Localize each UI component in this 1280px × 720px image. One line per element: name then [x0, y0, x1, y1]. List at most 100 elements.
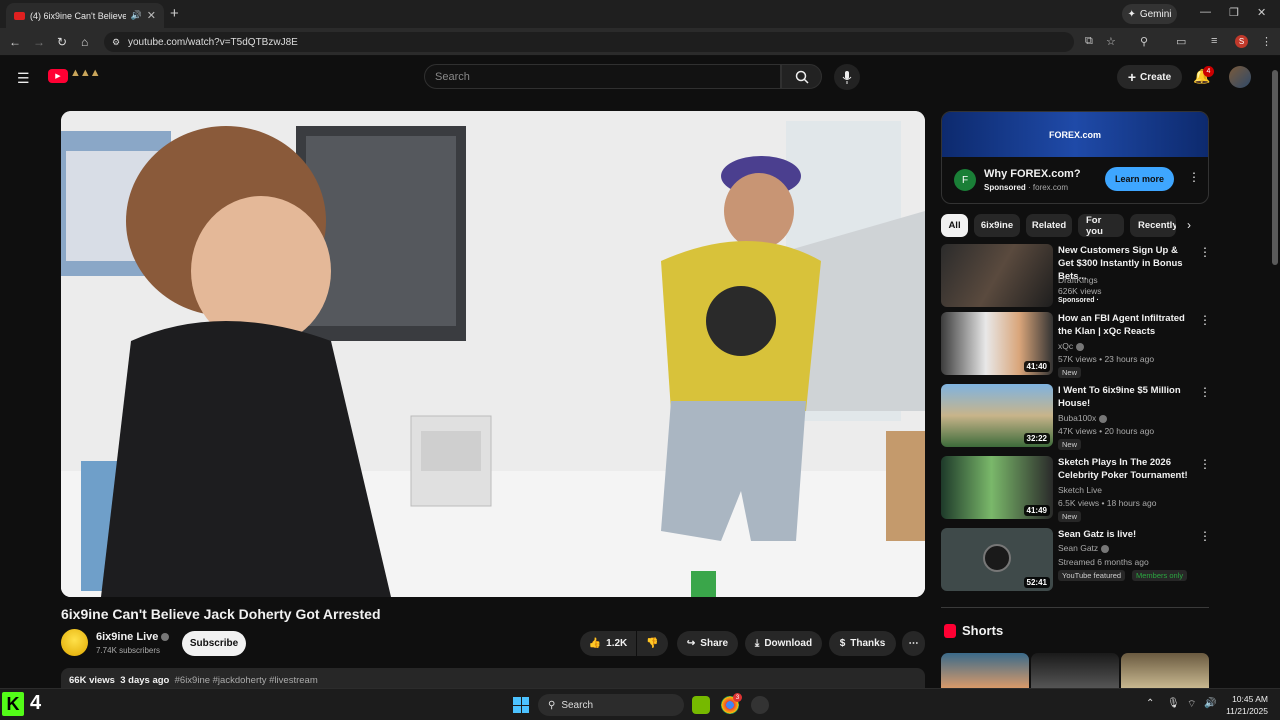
sidebar-ad[interactable]: FOREX.com F Why FOREX.com? Sponsored · f… [941, 111, 1209, 204]
short-thumbnail[interactable] [941, 653, 1029, 688]
chip-for-you[interactable]: For you [1078, 214, 1124, 237]
video-thumbnail[interactable]: 52:41 [941, 528, 1053, 591]
chip-6ix9ine[interactable]: 6ix9ine [974, 214, 1020, 237]
dislike-button[interactable]: 👎 [637, 631, 668, 656]
channel-name[interactable]: 6ix9ine Live [96, 631, 170, 643]
tray-chevron-icon[interactable]: ⌃ [1146, 698, 1154, 709]
rec-channel[interactable]: Sketch Live [1058, 485, 1102, 495]
gemini-button[interactable]: ✦ Gemini [1122, 4, 1177, 24]
rec-channel[interactable]: xQc [1058, 341, 1085, 351]
rec-channel[interactable]: DraftKings [1058, 275, 1098, 285]
duration-badge: 41:49 [1023, 505, 1050, 516]
chip-related[interactable]: Related [1026, 214, 1072, 237]
short-thumbnail[interactable] [1121, 653, 1209, 688]
divider [941, 607, 1209, 608]
rec-title[interactable]: How an FBI Agent Infiltrated the Klan | … [1058, 312, 1188, 338]
more-vertical-icon[interactable]: ⋮ [1199, 457, 1211, 471]
more-vertical-icon[interactable]: ⋮ [1199, 385, 1211, 399]
voice-search-button[interactable] [834, 64, 860, 90]
maximize-icon[interactable]: ❐ [1229, 6, 1239, 19]
system-clock[interactable]: 10:45 AM 11/21/2025 [1222, 693, 1268, 717]
home-icon[interactable]: ⌂ [81, 35, 88, 49]
rec-title[interactable]: Sean Gatz is live! [1058, 528, 1188, 541]
list-item[interactable]: 41:49 Sketch Plays In The 2026 Celebrity… [941, 456, 1211, 522]
hamburger-menu-icon[interactable]: ☰ [17, 70, 30, 87]
list-item[interactable]: 52:41 Sean Gatz is live! Sean Gatz Strea… [941, 528, 1211, 592]
ad-more-icon[interactable]: ⋮ [1188, 170, 1200, 184]
ad-banner[interactable]: FOREX.com [942, 112, 1208, 157]
search-button[interactable] [781, 64, 822, 89]
close-tab-icon[interactable]: ✕ [147, 9, 156, 22]
close-window-icon[interactable]: ✕ [1257, 6, 1266, 19]
wifi-icon[interactable]: ⌔ [1187, 698, 1196, 711]
user-avatar[interactable] [1229, 66, 1251, 88]
bookmark-star-icon[interactable]: ☆ [1106, 35, 1116, 48]
list-item[interactable]: 41:40 How an FBI Agent Infiltrated the K… [941, 312, 1211, 378]
extensions-icon[interactable]: ⚲ [1140, 35, 1148, 48]
download-button[interactable]: ⤓ Download [745, 631, 822, 656]
short-thumbnail[interactable] [1031, 653, 1119, 688]
youtube-doodle-icon[interactable]: ▲▲▲ [70, 67, 101, 79]
scrollbar-thumb[interactable] [1272, 70, 1278, 265]
minimize-icon[interactable]: — [1200, 6, 1211, 18]
profile-avatar[interactable]: S [1235, 35, 1248, 48]
more-vertical-icon[interactable]: ⋮ [1199, 529, 1211, 543]
kick-logo-icon[interactable]: K [2, 692, 24, 716]
description-box[interactable]: 66K views 3 days ago #6ix9ine #jackdoher… [61, 668, 925, 690]
list-item[interactable]: 32:22 I Went To 6ix9ine $5 Million House… [941, 384, 1211, 450]
subscribe-button[interactable]: Subscribe [182, 631, 246, 656]
create-label: Create [1140, 71, 1172, 83]
channel-avatar[interactable] [61, 629, 88, 656]
address-bar[interactable]: ⚙ youtube.com/watch?v=T5dQTBzwJ8E [104, 32, 1074, 52]
taskbar-search[interactable]: ⚲ Search [538, 694, 684, 716]
thanks-label: Thanks [850, 638, 886, 649]
rec-title[interactable]: I Went To 6ix9ine $5 Million House! [1058, 384, 1188, 410]
video-player[interactable] [61, 111, 925, 597]
more-vertical-icon[interactable]: ⋮ [1199, 313, 1211, 327]
rec-channel[interactable]: Buba100x [1058, 413, 1108, 423]
thanks-button[interactable]: $ Thanks [829, 631, 896, 656]
video-thumbnail[interactable]: 41:49 [941, 456, 1053, 519]
gemini-label: Gemini [1139, 8, 1172, 20]
chevron-right-icon[interactable]: › [1187, 218, 1191, 232]
verified-icon [161, 633, 170, 642]
rec-title[interactable]: Sketch Plays In The 2026 Celebrity Poker… [1058, 456, 1188, 482]
search-input[interactable]: Search [424, 64, 781, 89]
like-button[interactable]: 👍 1.2K [580, 631, 636, 656]
rec-channel[interactable]: Sean Gatz [1058, 543, 1110, 553]
reload-icon[interactable]: ↻ [57, 35, 67, 49]
subscriber-count: 7.74K subscribers [96, 646, 161, 655]
mic-tray-icon[interactable]: 🎙 [1167, 698, 1180, 709]
back-icon[interactable]: ← [9, 35, 21, 49]
video-thumbnail[interactable] [941, 244, 1053, 307]
windows-start-icon[interactable] [513, 697, 529, 713]
chip-recently[interactable]: Recently [1130, 214, 1176, 237]
youtube-logo-icon[interactable]: ▶ [48, 69, 68, 83]
learn-more-button[interactable]: Learn more [1105, 167, 1174, 191]
ad-sponsored-label: Sponsored [984, 183, 1026, 192]
more-actions-button[interactable]: ⋯ [902, 631, 925, 656]
speaker-icon[interactable]: 🔊 [131, 10, 142, 21]
chip-all[interactable]: All [941, 214, 968, 237]
nvidia-icon[interactable] [692, 696, 710, 714]
create-button[interactable]: + Create [1117, 65, 1182, 89]
share-button[interactable]: ↪ Share [677, 631, 738, 656]
clock-date: 11/21/2025 [1226, 706, 1268, 716]
media-icon[interactable]: ≡ [1211, 35, 1217, 47]
hashtags[interactable]: #6ix9ine #jackdoherty #livestream [175, 675, 318, 686]
browser-tab[interactable]: (4) 6ix9ine Can't Believe Jac 🔊 ✕ [6, 3, 164, 28]
list-item[interactable]: New Customers Sign Up & Get $300 Instant… [941, 244, 1211, 308]
new-tab-button[interactable]: + [170, 5, 179, 22]
volume-icon[interactable]: 🔊 [1204, 698, 1216, 709]
install-icon[interactable]: ⧉ [1085, 35, 1093, 48]
video-thumbnail[interactable]: 32:22 [941, 384, 1053, 447]
rec-meta: Streamed 6 months ago [1058, 557, 1149, 567]
app-icon[interactable] [751, 696, 769, 714]
cast-icon[interactable]: ▭ [1176, 35, 1186, 48]
site-info-icon[interactable]: ⚙ [112, 37, 120, 48]
video-thumbnail[interactable]: 41:40 [941, 312, 1053, 375]
thanks-icon: $ [839, 638, 846, 649]
forward-icon[interactable]: → [33, 35, 45, 49]
menu-kebab-icon[interactable]: ⋮ [1261, 35, 1272, 48]
more-vertical-icon[interactable]: ⋮ [1199, 245, 1211, 259]
